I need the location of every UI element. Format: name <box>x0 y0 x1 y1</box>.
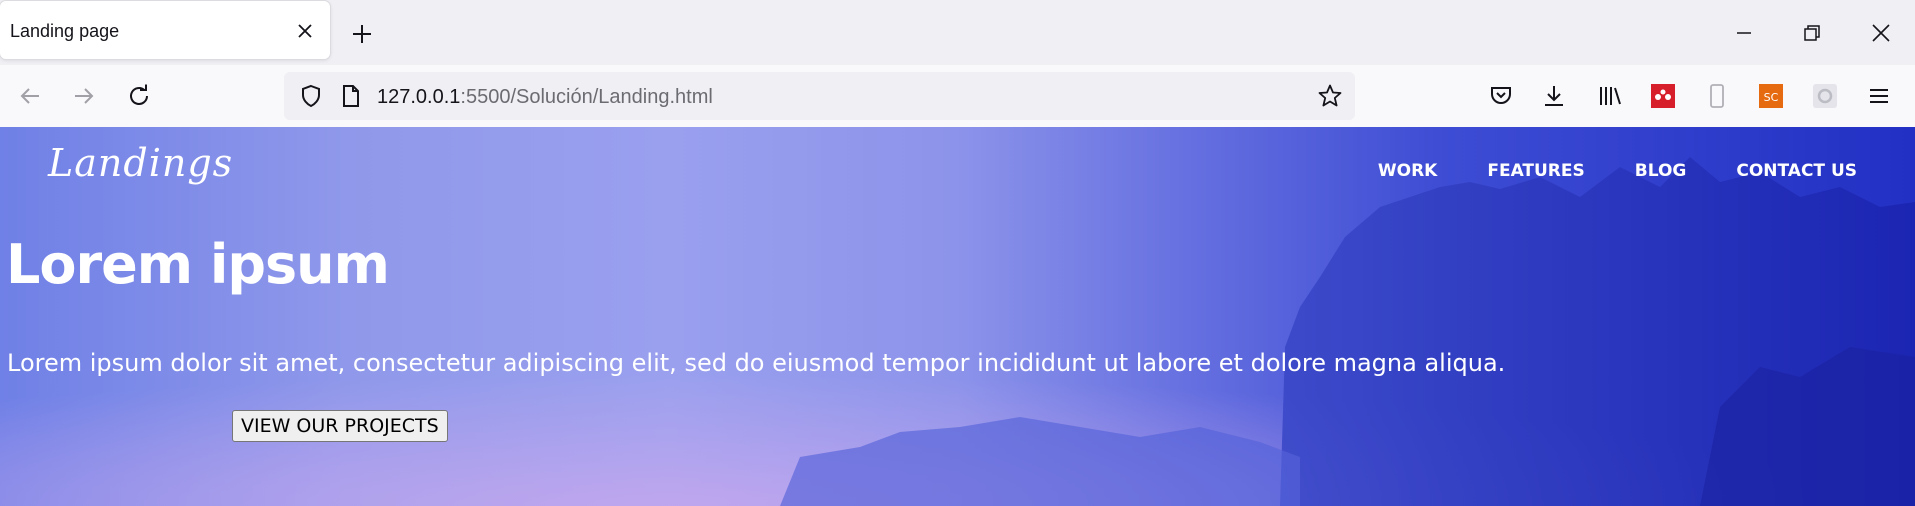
site-nav: WORK FEATURES BLOG CONTACT US <box>1328 161 1857 181</box>
url-path: :5500/Solución/Landing.html <box>460 86 713 108</box>
site-logo[interactable]: Landings <box>48 141 233 185</box>
minimize-icon[interactable] <box>1733 22 1755 44</box>
star-icon[interactable] <box>1317 83 1343 109</box>
mountain-background-image <box>0 157 1915 506</box>
nav-work[interactable]: WORK <box>1378 161 1437 181</box>
close-icon[interactable] <box>294 20 316 42</box>
page-icon[interactable] <box>339 83 363 109</box>
phone-icon[interactable] <box>1703 82 1731 110</box>
mendeley-icon[interactable] <box>1649 82 1677 110</box>
url-text[interactable]: 127.0.0.1:5500/Solución/Landing.html <box>377 86 713 109</box>
hamburger-menu-icon[interactable] <box>1865 82 1893 110</box>
nav-contact-us[interactable]: CONTACT US <box>1736 161 1857 181</box>
url-bar[interactable]: 127.0.0.1:5500/Solución/Landing.html <box>284 72 1355 120</box>
tab-strip: Landing page <box>0 0 1915 65</box>
download-icon[interactable] <box>1540 82 1568 110</box>
nav-blog[interactable]: BLOG <box>1635 161 1687 181</box>
reload-icon[interactable] <box>126 83 152 109</box>
view-projects-button[interactable]: VIEW OUR PROJECTS <box>232 410 448 442</box>
tab-title: Landing page <box>10 21 120 41</box>
url-host: 127.0.0.1 <box>377 86 461 108</box>
gear-extension-icon[interactable] <box>1811 82 1839 110</box>
pocket-icon[interactable] <box>1487 82 1515 110</box>
sc-extension-icon[interactable]: SC <box>1757 82 1785 110</box>
shield-icon[interactable] <box>298 83 324 109</box>
navigation-toolbar: 127.0.0.1:5500/Solución/Landing.html SC <box>0 65 1915 128</box>
plus-icon[interactable] <box>350 22 374 46</box>
landing-hero: Landings WORK FEATURES BLOG CONTACT US L… <box>0 127 1915 506</box>
restore-icon[interactable] <box>1801 22 1823 44</box>
back-arrow-icon[interactable] <box>17 83 43 109</box>
tab-landing-page[interactable]: Landing page <box>0 1 330 59</box>
hero-description: Lorem ipsum dolor sit amet, consectetur … <box>7 349 1506 377</box>
hero-title: Lorem ipsum <box>6 233 390 296</box>
svg-text:SC: SC <box>1764 91 1779 104</box>
library-icon[interactable] <box>1596 82 1624 110</box>
forward-arrow-icon[interactable] <box>71 83 97 109</box>
nav-features[interactable]: FEATURES <box>1487 161 1584 181</box>
close-window-icon[interactable] <box>1870 22 1892 44</box>
